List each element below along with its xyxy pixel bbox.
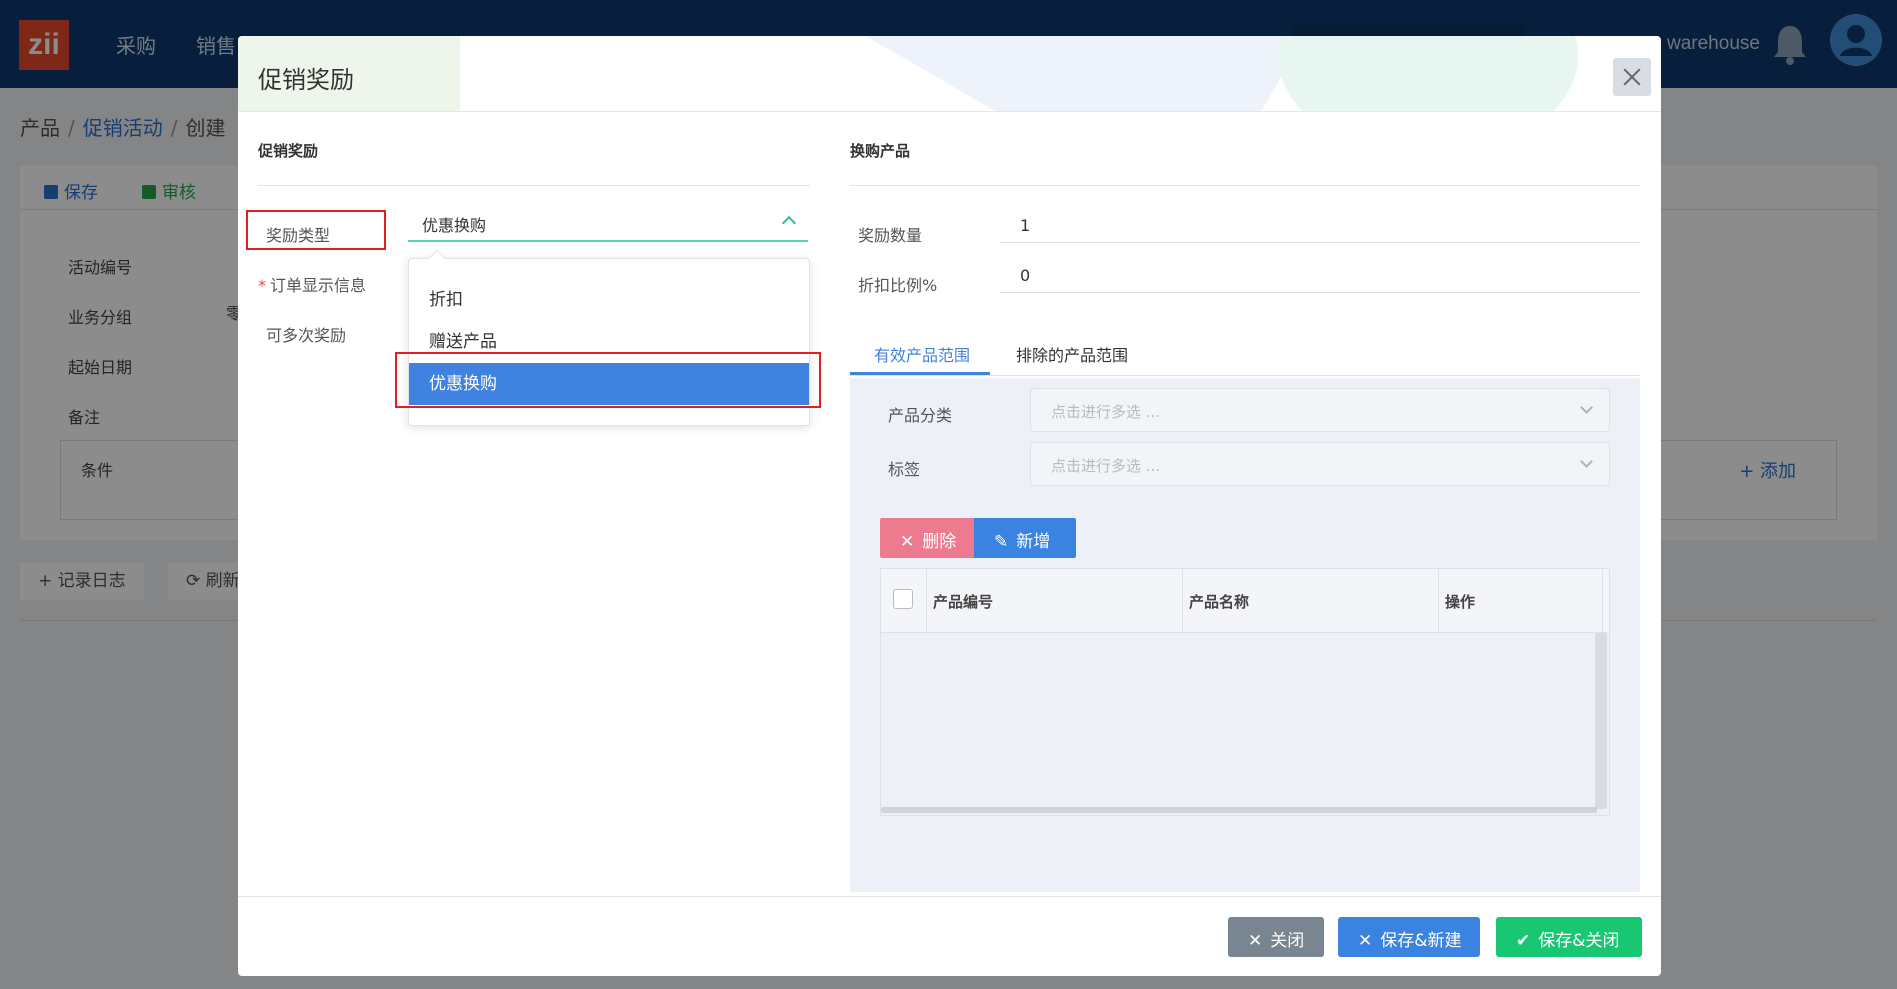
input-underline (1000, 292, 1640, 293)
section-title-reward: 促销奖励 (258, 142, 319, 160)
close-icon: ✕ (1358, 931, 1373, 951)
tag-placeholder: 点击进行多选 ... (1051, 457, 1161, 475)
discount-percent-label: 折扣比例% (858, 276, 938, 295)
tab-valid-range[interactable]: 有效产品范围 (874, 342, 970, 366)
close-button[interactable]: ✕ 关闭 (1228, 917, 1324, 957)
product-category-label: 产品分类 (888, 406, 953, 425)
section-divider (258, 185, 810, 186)
input-underline (1000, 242, 1640, 243)
select-column (881, 569, 927, 633)
section-title-exchange-product: 换购产品 (850, 142, 911, 160)
discount-percent-input[interactable]: 0 (1020, 266, 1030, 285)
reward-quantity-label: 奖励数量 (858, 226, 923, 245)
dropdown-option-discount[interactable]: 折扣 (409, 279, 809, 321)
tag-label: 标签 (888, 460, 921, 479)
chevron-down-icon (1580, 455, 1593, 468)
highlight-box (395, 352, 821, 408)
highlight-box (246, 210, 386, 250)
chevron-down-icon (1580, 401, 1593, 414)
table-header: 产品编号 产品名称 操作 (881, 569, 1609, 633)
reward-type-select[interactable]: 优惠换购 (408, 204, 808, 242)
modal-title: 促销奖励 (258, 66, 354, 94)
column-product-code[interactable]: 产品编号 (927, 569, 1183, 633)
add-new-button[interactable]: ✎ 新增 (974, 518, 1076, 558)
active-tab-indicator (850, 372, 990, 375)
multiple-reward-label: 可多次奖励 (266, 326, 347, 345)
section-divider (850, 185, 1640, 186)
horizontal-scrollbar[interactable] (881, 807, 1597, 813)
save-and-close-button[interactable]: ✔ 保存&关闭 (1496, 917, 1642, 957)
close-icon: ✕ (1248, 931, 1263, 951)
product-category-multiselect[interactable]: 点击进行多选 ... (1030, 388, 1610, 432)
tag-multiselect[interactable]: 点击进行多选 ... (1030, 442, 1610, 486)
save-and-new-button[interactable]: ✕ 保存&新建 (1338, 917, 1480, 957)
modal-header: 促销奖励 (238, 36, 1661, 112)
header-decoration (831, 36, 1305, 111)
product-range-panel: 产品分类 点击进行多选 ... 标签 点击进行多选 ... ✕ 删除 ✎ 新增 产品… (850, 378, 1640, 892)
edit-icon: ✎ (994, 532, 1009, 552)
promotion-reward-modal: 促销奖励 促销奖励 奖励类型 优惠换购 * 订单显示信息 可多次奖励 折扣 赠送产… (238, 36, 1661, 976)
category-placeholder: 点击进行多选 ... (1051, 403, 1161, 421)
modal-footer: ✕ 关闭 ✕ 保存&新建 ✔ 保存&关闭 (238, 896, 1661, 976)
product-table: 产品编号 产品名称 操作 (880, 568, 1610, 816)
delete-button[interactable]: ✕ 删除 (880, 518, 974, 558)
close-icon: ✕ (900, 532, 915, 552)
product-range-tabs: 有效产品范围 排除的产品范围 (850, 330, 1640, 376)
select-all-checkbox[interactable] (893, 589, 913, 609)
close-icon[interactable] (1613, 58, 1651, 96)
reward-type-value: 优惠换购 (422, 216, 487, 235)
tab-excluded-range[interactable]: 排除的产品范围 (1016, 342, 1128, 366)
reward-quantity-input[interactable]: 1 (1020, 216, 1030, 235)
chevron-up-icon (781, 215, 797, 231)
header-decoration (1278, 36, 1578, 111)
vertical-scrollbar[interactable] (1595, 633, 1607, 809)
column-product-name[interactable]: 产品名称 (1183, 569, 1439, 633)
dropdown-pointer (428, 249, 446, 267)
order-display-label: * 订单显示信息 (258, 276, 367, 295)
column-actions: 操作 (1439, 569, 1603, 633)
check-icon: ✔ (1516, 931, 1531, 951)
